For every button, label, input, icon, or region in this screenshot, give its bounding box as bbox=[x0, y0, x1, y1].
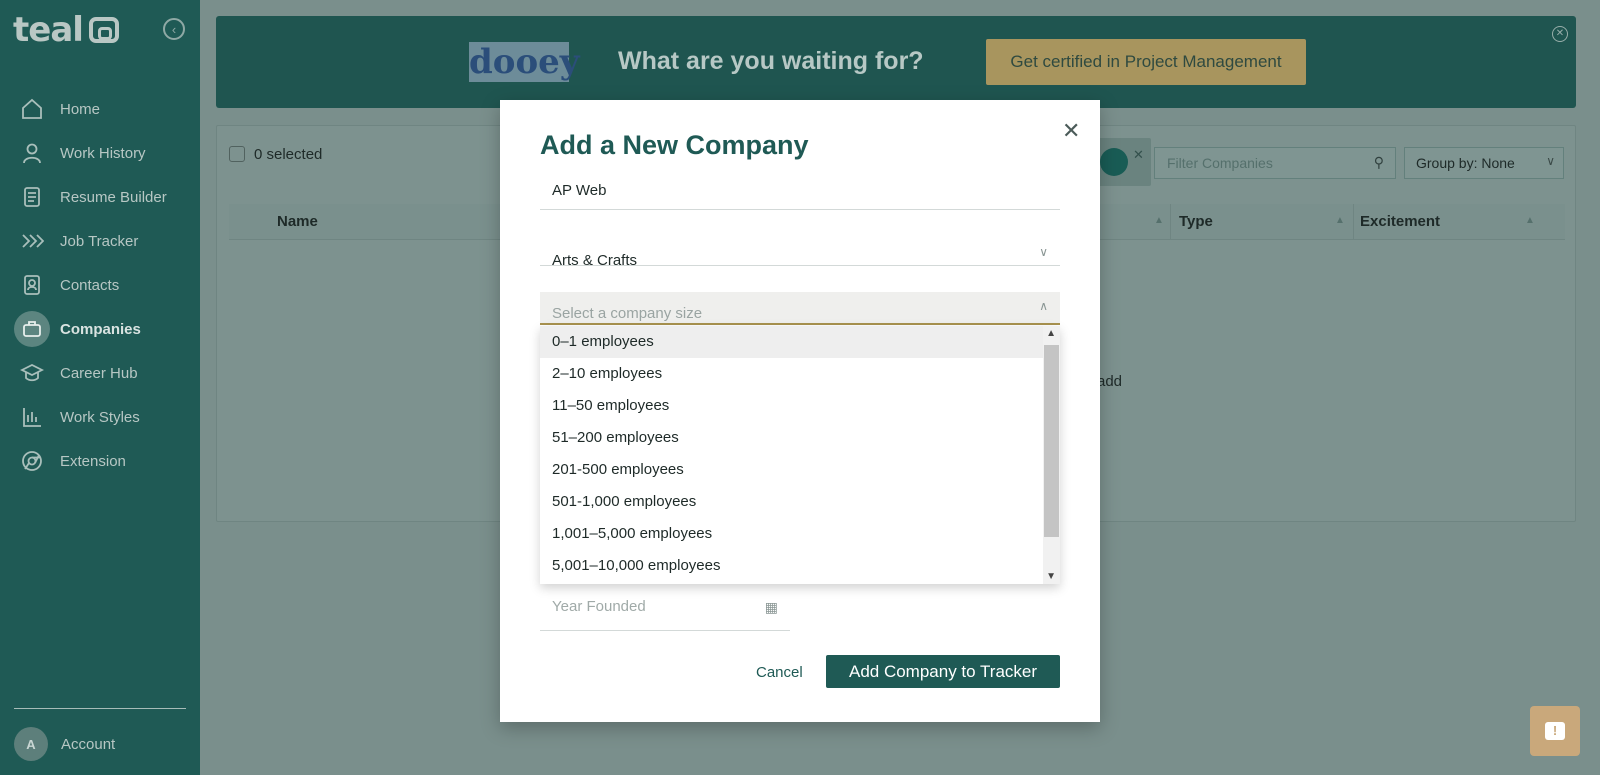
sidebar-item-label: Job Tracker bbox=[60, 232, 139, 250]
sidebar-item-home[interactable]: Home bbox=[14, 90, 186, 128]
home-icon bbox=[14, 91, 50, 127]
column-divider bbox=[1170, 204, 1171, 240]
sidebar-item-job-tracker[interactable]: Job Tracker bbox=[14, 222, 186, 260]
calendar-icon[interactable]: ▦ bbox=[765, 595, 778, 619]
column-header-type[interactable]: Type bbox=[1179, 213, 1213, 230]
promo-banner: dooey What are you waiting for? Get cert… bbox=[216, 16, 1576, 108]
sidebar-item-label: Resume Builder bbox=[60, 188, 167, 206]
sort-icon[interactable]: ▲ bbox=[1335, 215, 1345, 226]
sidebar-item-companies[interactable]: Companies bbox=[14, 310, 186, 348]
sidebar-item-label: Extension bbox=[60, 452, 126, 470]
industry-select[interactable]: Arts & Crafts ∨ bbox=[540, 240, 1060, 266]
sidebar-item-work-styles[interactable]: Work Styles bbox=[14, 398, 186, 436]
year-founded-input[interactable]: Year Founded ▦ bbox=[540, 595, 790, 631]
banner-headline: What are you waiting for? bbox=[618, 47, 924, 75]
chrome-icon bbox=[14, 443, 50, 479]
chevron-down-icon: ∨ bbox=[1546, 154, 1555, 168]
dropdown-option[interactable]: 11–50 employees bbox=[540, 390, 1043, 422]
sidebar-item-resume-builder[interactable]: Resume Builder bbox=[14, 178, 186, 216]
teal-logo[interactable]: teal bbox=[13, 10, 119, 50]
dropdown-option[interactable]: 51–200 employees bbox=[540, 422, 1043, 454]
feedback-icon: ! bbox=[1545, 722, 1565, 740]
feedback-button[interactable]: ! bbox=[1530, 706, 1580, 756]
sidebar: teal ‹ Home Work History Resume Builder … bbox=[0, 0, 200, 775]
sidebar-item-label: Home bbox=[60, 100, 101, 118]
banner-close-icon[interactable]: ✕ bbox=[1552, 26, 1568, 42]
contact-card-icon bbox=[14, 267, 50, 303]
sort-icon[interactable]: ▲ bbox=[1154, 215, 1164, 226]
select-all-checkbox[interactable] bbox=[229, 146, 245, 162]
modal-title: Add a New Company bbox=[540, 130, 809, 160]
bar-chart-icon bbox=[14, 399, 50, 435]
person-icon bbox=[14, 135, 50, 171]
filter-chip-close-icon[interactable]: ✕ bbox=[1133, 147, 1144, 163]
logo-text: teal bbox=[13, 10, 84, 50]
account-label: Account bbox=[61, 735, 116, 753]
sort-icon[interactable]: ▲ bbox=[1525, 215, 1535, 226]
sidebar-item-extension[interactable]: Extension bbox=[14, 442, 186, 480]
company-size-placeholder: Select a company size bbox=[552, 305, 703, 322]
column-header-name[interactable]: Name bbox=[277, 213, 318, 230]
column-divider bbox=[1353, 204, 1354, 240]
chevron-down-icon: ∨ bbox=[1039, 245, 1048, 259]
sidebar-divider bbox=[14, 708, 186, 709]
sidebar-nav: Home Work History Resume Builder Job Tra… bbox=[14, 90, 186, 486]
company-name-input[interactable]: AP Web bbox=[540, 180, 1060, 210]
sidebar-item-label: Companies bbox=[60, 320, 141, 338]
scroll-up-icon[interactable]: ▲ bbox=[1046, 328, 1056, 339]
dropdown-scrollbar[interactable]: ▲ ▼ bbox=[1043, 326, 1060, 584]
dropdown-option[interactable]: 2–10 employees bbox=[540, 358, 1043, 390]
briefcase-icon bbox=[14, 311, 50, 347]
collapse-sidebar-icon[interactable]: ‹ bbox=[163, 18, 185, 40]
dropdown-option[interactable]: 5,001–10,000 employees bbox=[540, 550, 1043, 582]
dooey-logo: dooey bbox=[469, 42, 580, 82]
account-link[interactable]: A Account bbox=[14, 727, 115, 761]
filter-placeholder: Filter Companies bbox=[1167, 155, 1273, 171]
sidebar-item-career-hub[interactable]: Career Hub bbox=[14, 354, 186, 392]
scrollbar-thumb[interactable] bbox=[1044, 345, 1059, 537]
industry-value: Arts & Crafts bbox=[552, 252, 638, 266]
banner-cta-button[interactable]: Get certified in Project Management bbox=[986, 39, 1306, 85]
logo-mark-icon bbox=[88, 17, 119, 43]
search-icon: ⚲ bbox=[1373, 154, 1384, 170]
sidebar-item-label: Career Hub bbox=[60, 364, 138, 382]
close-icon[interactable]: ✕ bbox=[1062, 118, 1080, 144]
sidebar-item-label: Contacts bbox=[60, 276, 120, 294]
sidebar-item-contacts[interactable]: Contacts bbox=[14, 266, 186, 304]
column-header-excitement[interactable]: Excitement bbox=[1360, 213, 1440, 230]
sidebar-item-label: Work History bbox=[60, 144, 146, 162]
graduation-cap-icon bbox=[14, 355, 50, 391]
sidebar-item-work-history[interactable]: Work History bbox=[14, 134, 186, 172]
avatar: A bbox=[14, 727, 48, 761]
add-company-button[interactable]: Add Company to Tracker bbox=[826, 655, 1060, 688]
dropdown-option[interactable]: 501-1,000 employees bbox=[540, 486, 1043, 518]
group-by-value: Group by: None bbox=[1416, 155, 1515, 171]
scroll-down-icon[interactable]: ▼ bbox=[1046, 571, 1056, 582]
dropdown-option[interactable]: 201-500 employees bbox=[540, 454, 1043, 486]
cancel-button[interactable]: Cancel bbox=[756, 664, 803, 681]
sidebar-item-label: Work Styles bbox=[60, 408, 140, 426]
group-by-select[interactable]: Group by: None ∨ bbox=[1404, 147, 1564, 179]
document-icon bbox=[14, 179, 50, 215]
chevrons-icon bbox=[14, 223, 50, 259]
company-size-select[interactable]: Select a company size ∧ bbox=[540, 292, 1060, 325]
chevron-up-icon: ∧ bbox=[1039, 299, 1048, 313]
year-founded-placeholder: Year Founded bbox=[552, 598, 646, 615]
add-company-modal: Add a New Company ✕ AP Web Arts & Crafts… bbox=[500, 100, 1100, 722]
dropdown-option[interactable]: 1,001–5,000 employees bbox=[540, 518, 1043, 550]
filter-chip-badge bbox=[1100, 148, 1128, 176]
empty-state-text: add bbox=[1097, 373, 1123, 390]
selected-count: 0 selected bbox=[254, 146, 323, 163]
company-size-dropdown: 0–1 employees 2–10 employees 11–50 emplo… bbox=[540, 326, 1060, 584]
filter-companies-input[interactable]: Filter Companies ⚲ bbox=[1154, 147, 1396, 179]
dropdown-option[interactable]: 0–1 employees bbox=[540, 326, 1043, 358]
